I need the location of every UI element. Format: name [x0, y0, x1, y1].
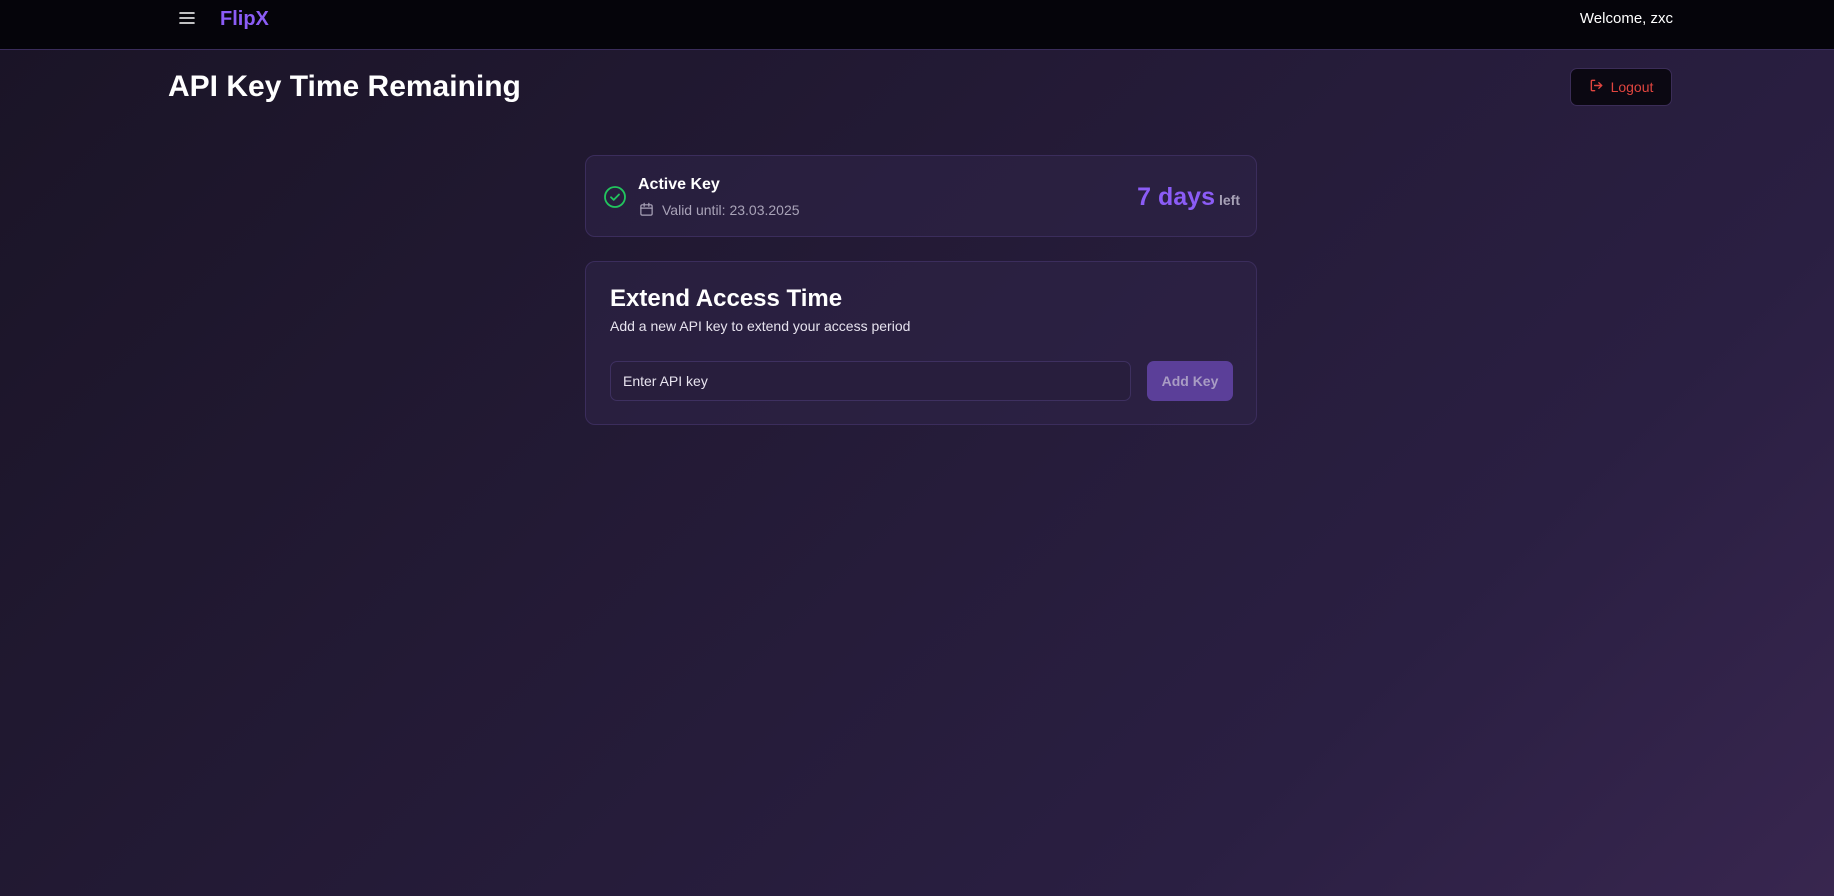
check-circle-icon: [603, 185, 627, 209]
valid-until-text: Valid until: 23.03.2025: [662, 202, 800, 218]
logout-label: Logout: [1610, 79, 1654, 95]
extend-title: Extend Access Time: [610, 285, 843, 312]
active-key-card: Active Key Valid until: 23.03.2025 7 day…: [585, 155, 1257, 237]
logout-icon: [1589, 78, 1604, 96]
brand-logo[interactable]: FlipX: [220, 8, 269, 31]
page-title: API Key Time Remaining: [168, 70, 521, 103]
top-navbar: FlipX Welcome, zxc: [0, 0, 1834, 50]
welcome-text: Welcome, zxc: [1579, 10, 1673, 27]
api-key-input[interactable]: [610, 361, 1131, 401]
add-key-button[interactable]: Add Key: [1147, 361, 1233, 401]
days-remaining-suffix: left: [1219, 192, 1240, 208]
key-status-title: Active Key: [638, 176, 720, 193]
hamburger-menu-icon[interactable]: [178, 9, 196, 27]
extend-access-card: Extend Access Time Add a new API key to …: [585, 261, 1257, 425]
logout-button[interactable]: Logout: [1570, 68, 1672, 106]
extend-subtitle: Add a new API key to extend your access …: [610, 318, 911, 334]
calendar-icon: [639, 202, 654, 217]
days-remaining: 7 days left: [1137, 183, 1240, 212]
days-remaining-value: 7 days: [1137, 183, 1215, 211]
